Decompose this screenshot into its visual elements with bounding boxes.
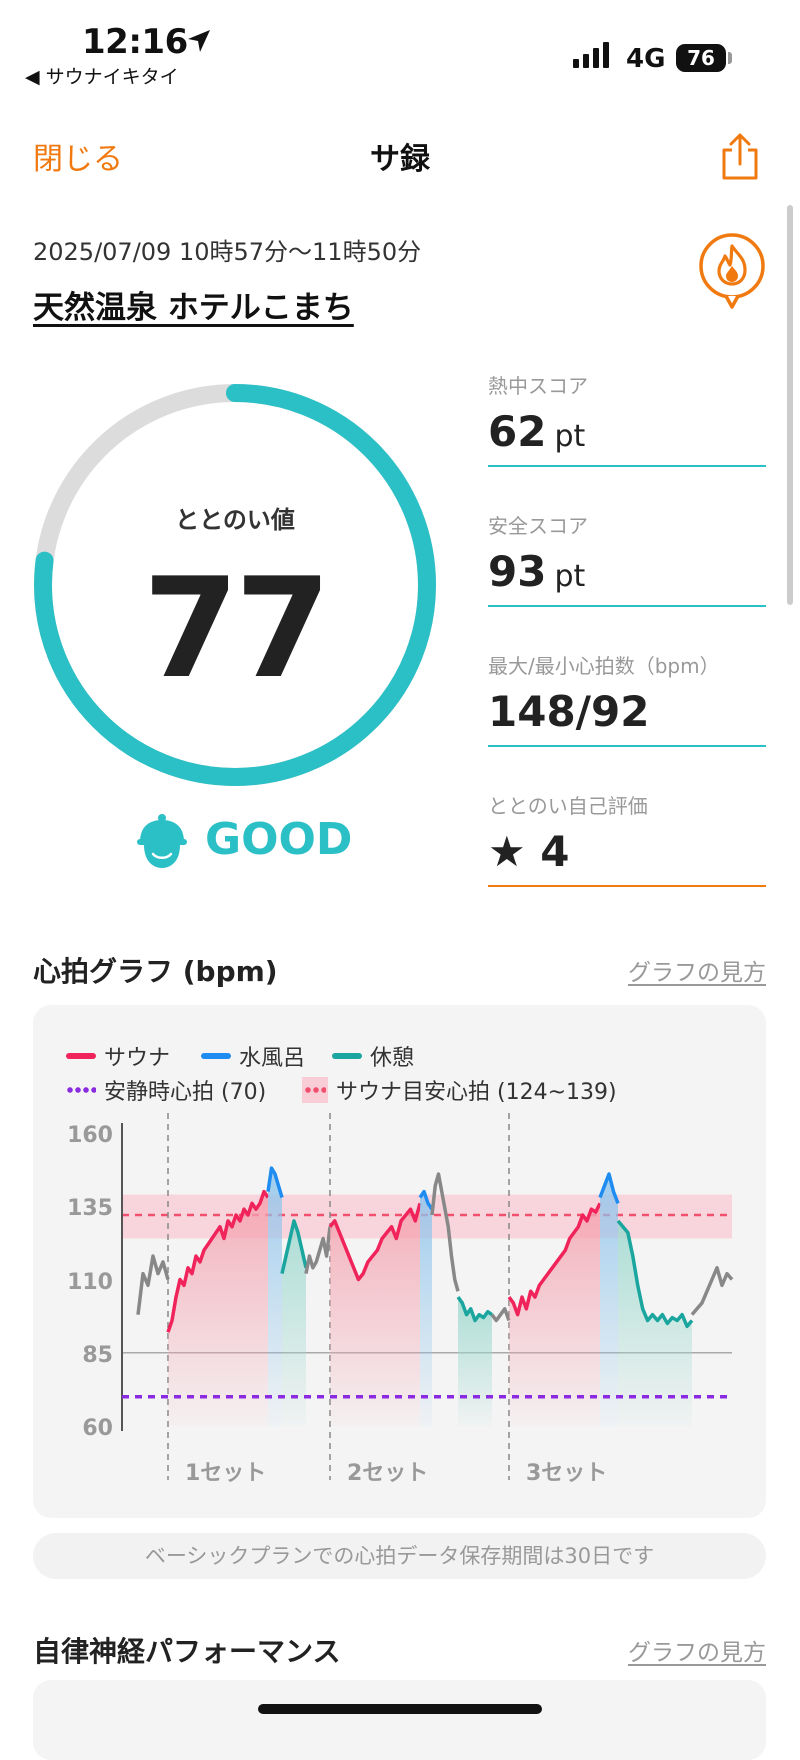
y-tick-label: 160	[67, 1123, 113, 1148]
session-datetime: 2025/07/09 10時57分〜11時50分	[33, 238, 422, 266]
y-tick-label: 135	[67, 1196, 113, 1221]
stat-label: 最大/最小心拍数（bpm）	[488, 654, 720, 678]
totonoi-value: 77	[142, 548, 331, 709]
fire-badge-icon[interactable]	[697, 232, 767, 312]
signal-bars-icon	[573, 42, 609, 68]
stat-label: 熱中スコア	[488, 374, 588, 398]
y-tick-label: 60	[82, 1416, 113, 1441]
stat-value: 62 pt	[488, 407, 766, 465]
stat-number: 148/92	[488, 687, 650, 736]
stat-value: 93 pt	[488, 547, 766, 605]
y-tick-label: 110	[67, 1270, 113, 1295]
legend-resting-hr: 安静時心拍 (70)	[66, 1074, 266, 1106]
set-label: 3セット	[526, 1461, 608, 1486]
legend-swatch	[66, 1087, 96, 1093]
heart-graph-title: 心拍グラフ (bpm)	[33, 955, 278, 988]
legend-swatch	[302, 1077, 328, 1103]
stat-divider	[488, 885, 766, 887]
stat-heart-rate: 最大/最小心拍数（bpm） 148/92	[488, 650, 766, 747]
totonoi-label: ととのい値	[175, 506, 295, 534]
sauna-hat-face-icon	[137, 814, 187, 868]
stat-label: ととのい自己評価	[488, 794, 648, 818]
set-label: 1セット	[185, 1461, 267, 1486]
legend-label: 休憩	[370, 1046, 415, 1071]
star-rating: ★ 4	[488, 827, 570, 876]
rating-text: GOOD	[205, 814, 353, 865]
autonomic-guide-link[interactable]: グラフの見方	[628, 1633, 766, 1667]
stat-label: 安全スコア	[488, 514, 588, 538]
stat-self-rating[interactable]: ととのい自己評価 ★ 4	[488, 790, 766, 887]
autonomic-title: 自律神経パフォーマンス	[33, 1635, 341, 1668]
legend-sauna: サウナ	[66, 1040, 170, 1072]
battery-tip	[728, 52, 732, 64]
stat-divider	[488, 745, 766, 747]
stat-safety-score: 安全スコア 93 pt	[488, 510, 766, 607]
stat-unit: pt	[554, 559, 586, 594]
back-to-app-link[interactable]: ◀ サウナイキタイ	[25, 62, 179, 89]
stat-divider	[488, 605, 766, 607]
set-label: 2セット	[347, 1461, 429, 1486]
stat-unit: pt	[554, 419, 586, 454]
network-type: 4G	[626, 44, 666, 74]
stat-value: 148/92	[488, 687, 766, 745]
facility-link[interactable]: 天然温泉 ホテルこまち	[33, 282, 354, 327]
stat-heat-score: 熱中スコア 62 pt	[488, 370, 766, 467]
share-icon[interactable]	[718, 132, 762, 180]
legend-label: 安静時心拍 (70)	[104, 1080, 267, 1105]
legend-label: サウナ	[104, 1046, 171, 1071]
stat-divider	[488, 465, 766, 467]
legend-swatch	[332, 1053, 362, 1059]
stat-value: ★ 4	[488, 827, 766, 885]
autonomic-card	[33, 1680, 766, 1760]
legend-label: 水風呂	[239, 1046, 306, 1071]
legend-sauna-target: サウナ目安心拍 (124~139)	[302, 1074, 617, 1106]
status-time: 12:16	[82, 22, 188, 62]
scrollbar[interactable]	[787, 205, 793, 605]
home-indicator[interactable]	[258, 1704, 542, 1714]
legend-rest: 休憩	[332, 1040, 414, 1072]
legend-swatch	[66, 1053, 96, 1059]
legend-cold-bath: 水風呂	[201, 1040, 305, 1072]
stat-number: 93	[488, 547, 547, 596]
location-arrow-icon	[188, 30, 210, 52]
storage-period-note: ベーシックプランでの心拍データ保存期間は30日です	[33, 1533, 766, 1579]
battery-indicator: 76	[676, 44, 726, 72]
graph-guide-link[interactable]: グラフの見方	[628, 953, 766, 987]
y-tick-label: 85	[82, 1343, 113, 1368]
legend-swatch	[201, 1053, 231, 1059]
legend-label: サウナ目安心拍 (124~139)	[336, 1080, 617, 1105]
stat-number: 62	[488, 407, 547, 456]
close-button[interactable]: 閉じる	[33, 134, 123, 178]
